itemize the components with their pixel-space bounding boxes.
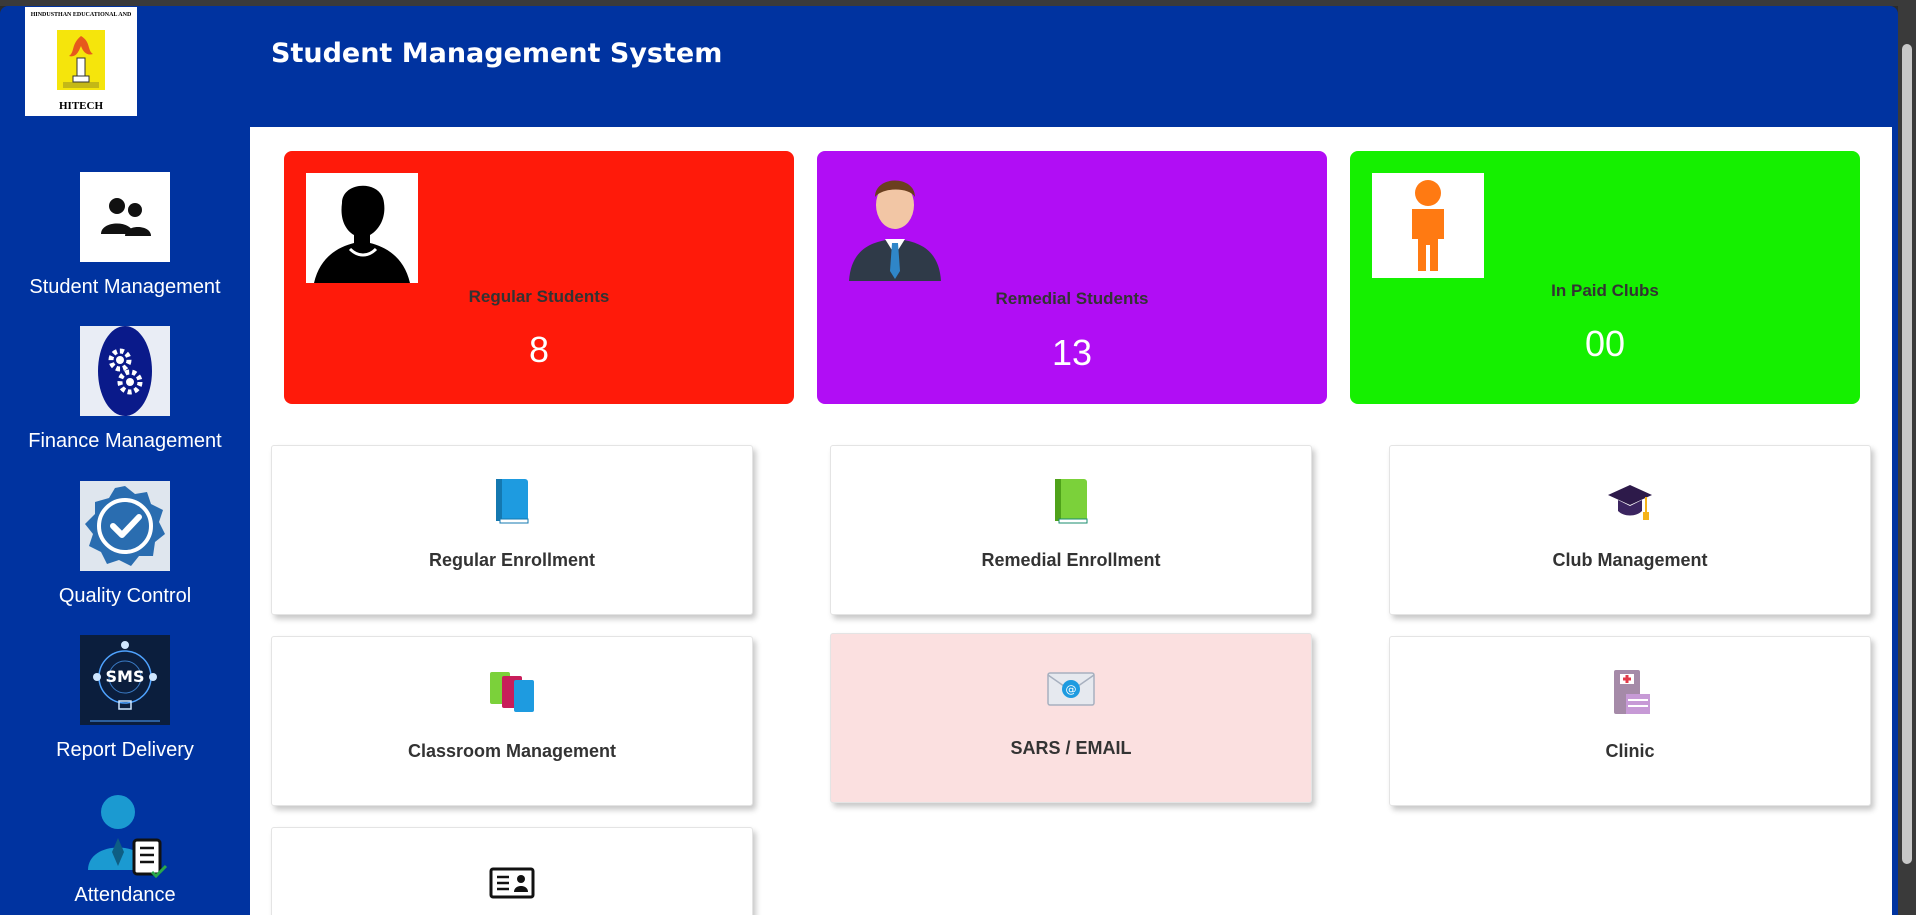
stat-card-remedial-students[interactable]: Remedial Students 13	[817, 151, 1327, 404]
scrollbar[interactable]	[1898, 0, 1916, 915]
sidebar-item-label: Quality Control	[58, 585, 192, 607]
stat-title: In Paid Clubs	[1551, 281, 1659, 300]
sidebar-item-label: Attendance	[74, 884, 176, 906]
school-logo[interactable]: HINDUSTHAN EDUCATIONAL AND HITECH	[25, 7, 137, 116]
stat-value: 00	[1584, 323, 1626, 364]
businessman-icon	[843, 169, 947, 285]
users-icon	[80, 172, 170, 262]
sidebar-item-quality-control[interactable]: Quality Control	[0, 481, 250, 608]
card-label: Club Management	[1552, 550, 1708, 570]
blue-book-icon	[272, 476, 752, 526]
clinic-icon	[1390, 667, 1870, 717]
card-id-card[interactable]	[271, 827, 753, 915]
card-classroom-management[interactable]: Classroom Management	[271, 636, 753, 806]
graduation-cap-icon	[1390, 476, 1870, 526]
app-frame: HINDUSTHAN EDUCATIONAL AND HITECH Studen…	[0, 6, 1898, 915]
attendance-icon	[80, 792, 170, 882]
green-book-icon	[831, 476, 1311, 526]
sms-network-icon: SMS	[80, 635, 170, 725]
card-label: Classroom Management	[407, 741, 617, 761]
card-label: Clinic	[1605, 741, 1655, 761]
verified-badge-icon	[80, 481, 170, 571]
svg-text:@: @	[1066, 683, 1077, 696]
card-sars-email[interactable]: @ SARS / EMAIL	[830, 633, 1312, 803]
email-envelope-icon: @	[831, 664, 1311, 714]
logo-name: HITECH	[58, 100, 103, 112]
stat-card-in-paid-clubs[interactable]: In Paid Clubs 00	[1350, 151, 1860, 404]
card-label: SARS / EMAIL	[1010, 738, 1132, 758]
scrollbar-thumb[interactable]	[1902, 44, 1912, 864]
sms-badge-text: SMS	[105, 667, 145, 686]
card-label: Remedial Enrollment	[981, 550, 1161, 570]
sidebar-item-attendance[interactable]: Attendance	[0, 792, 250, 907]
card-label: Regular Enrollment	[428, 550, 596, 570]
stat-value: 8	[528, 329, 550, 370]
sidebar-item-student-management[interactable]: Student Management	[0, 172, 250, 299]
sidebar-item-label: Student Management	[29, 276, 221, 298]
torch-emblem-icon	[57, 29, 105, 90]
card-remedial-enrollment[interactable]: Remedial Enrollment	[830, 445, 1312, 615]
books-stack-icon	[272, 667, 752, 717]
id-card-icon	[272, 858, 752, 908]
card-clinic[interactable]: Clinic	[1389, 636, 1871, 806]
sidebar-item-finance-management[interactable]: Finance Management	[0, 326, 250, 453]
sidebar-item-label: Report Delivery	[56, 739, 194, 761]
stat-title: Remedial Students	[995, 289, 1149, 308]
sidebar-item-report-delivery[interactable]: SMS Report Delivery	[0, 635, 250, 762]
main-content: Regular Students 8 Remedial Students 13	[250, 127, 1892, 915]
stat-value: 13	[1051, 332, 1093, 373]
person-silhouette-icon	[306, 173, 418, 283]
person-figure-icon	[1372, 173, 1484, 278]
card-regular-enrollment[interactable]: Regular Enrollment	[271, 445, 753, 615]
card-club-management[interactable]: Club Management	[1389, 445, 1871, 615]
sidebar-item-label: Finance Management	[28, 430, 222, 452]
page-title: Student Management System	[271, 38, 723, 69]
gears-icon	[80, 326, 170, 416]
stat-title: Regular Students	[468, 287, 610, 306]
stat-card-regular-students[interactable]: Regular Students 8	[284, 151, 794, 404]
logo-top-text: HINDUSTHAN EDUCATIONAL AND	[30, 12, 132, 18]
